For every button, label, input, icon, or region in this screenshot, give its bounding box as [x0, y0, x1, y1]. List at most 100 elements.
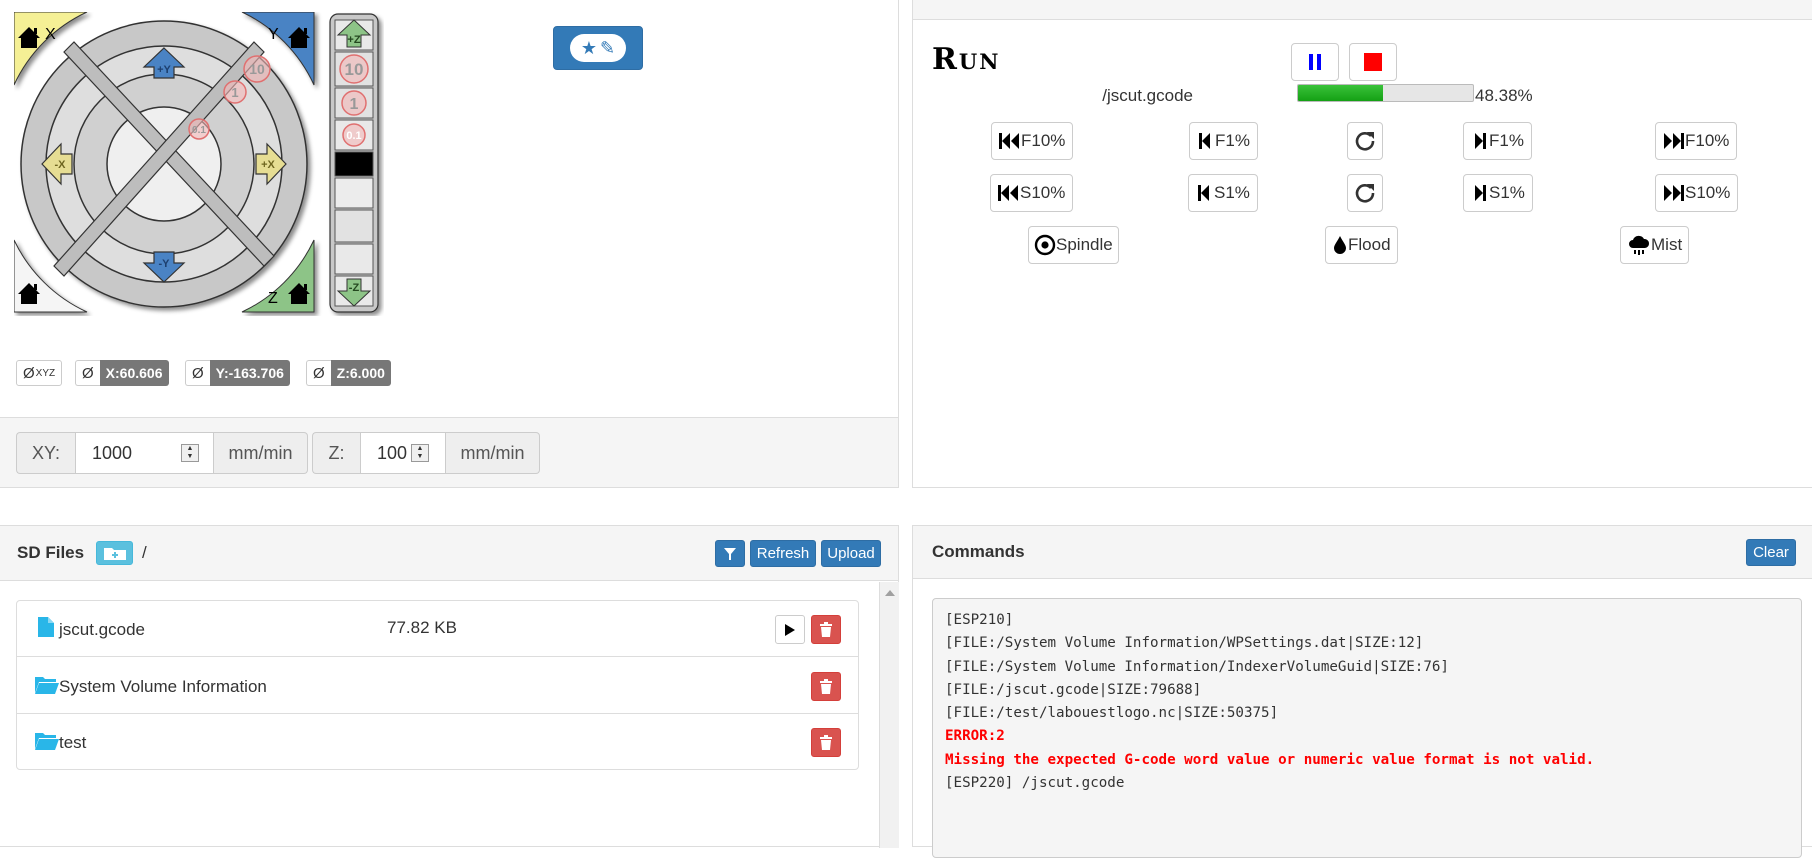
home-z-label: Z	[268, 290, 278, 307]
step-forward-icon	[1475, 133, 1486, 149]
cloud-rain-icon	[1629, 235, 1650, 255]
sd-file-list: jscut.gcode 77.82 KB System Volume Infor…	[16, 600, 859, 770]
feedrate-footer: XY: 1000 ▲ ▼ mm/min Z: 100 ▲ ▼ mm/min	[0, 417, 898, 487]
xy-feed-label: XY:	[16, 432, 75, 474]
log-line: [ESP210]	[945, 612, 1014, 628]
mist-button[interactable]: Mist	[1620, 226, 1690, 264]
minus-z-label: -Z	[349, 282, 360, 294]
log-line: ERROR:2	[945, 728, 1005, 745]
folder-name: System Volume Information	[59, 677, 267, 696]
progress-fill	[1298, 85, 1383, 101]
fast-forward-icon	[1664, 133, 1684, 149]
sd-scrollbar[interactable]	[879, 582, 899, 848]
sd-current-path: /	[142, 543, 147, 562]
trash-icon	[820, 734, 832, 750]
pause-button[interactable]	[1291, 43, 1339, 81]
xy-feed-unit: mm/min	[214, 432, 308, 474]
xy-feed-input[interactable]: 1000 ▲ ▼	[75, 432, 214, 474]
folder-open-icon	[35, 677, 59, 694]
play-file-button[interactable]	[775, 615, 805, 644]
sd-files-title: SD Files	[17, 543, 85, 562]
list-item[interactable]: test	[17, 714, 858, 770]
filter-button[interactable]	[715, 540, 745, 567]
x-position: X:60.606	[99, 360, 169, 386]
file-icon	[38, 617, 54, 637]
play-icon	[785, 623, 795, 636]
log-line: [FILE:/System Volume Information/Indexer…	[945, 658, 1449, 675]
refresh-icon	[1355, 184, 1375, 203]
delete-folder-button[interactable]	[811, 672, 841, 701]
spindle-button[interactable]: Spindle	[1028, 226, 1119, 264]
progress-percent: 48.38%	[1475, 86, 1533, 105]
z-feed-input[interactable]: 100 ▲ ▼	[360, 432, 446, 474]
list-item[interactable]: jscut.gcode 77.82 KB	[17, 601, 858, 657]
pencil-icon: ✎	[600, 38, 616, 58]
z-divider	[334, 151, 374, 177]
log-line: [ESP220] /jscut.gcode	[945, 775, 1125, 792]
log-line: [FILE:/System Volume Information/WPSetti…	[945, 635, 1424, 652]
ring-step-10: 10	[249, 61, 265, 77]
macro-button[interactable]: ★ ✎	[553, 26, 643, 70]
plus-y-label: +Y	[157, 64, 171, 76]
z-feed-spinner[interactable]: ▲ ▼	[411, 444, 429, 462]
zero-y-button[interactable]: Ø	[185, 360, 210, 386]
jog-controller: X Y Z 10 1 0.1 +Y -Y -X +X +Z -Z 10 1 0.…	[14, 12, 379, 313]
ring-step-1: 1	[231, 85, 238, 100]
zero-z-button[interactable]: Ø	[306, 360, 331, 386]
spindle-icon	[1034, 234, 1056, 256]
speed-minus-1-button[interactable]: S1%	[1188, 174, 1258, 212]
commands-panel: Commands Clear [ESP210] [FILE:/System Vol…	[912, 525, 1812, 858]
commands-title: Commands	[932, 542, 1025, 561]
z-position: Z:6.000	[330, 360, 391, 386]
delete-folder-button[interactable]	[811, 728, 841, 757]
command-log: [ESP210] [FILE:/System Volume Information…	[932, 598, 1802, 858]
y-position: Y:-163.706	[209, 360, 290, 386]
speed-plus-1-button[interactable]: S1%	[1463, 174, 1533, 212]
fast-backward-icon	[998, 185, 1018, 201]
speed-plus-10-button[interactable]: S10%	[1655, 174, 1739, 212]
home-x-label: X	[45, 26, 56, 43]
file-size: 77.82 KB	[387, 618, 457, 637]
plus-x-label: +X	[261, 159, 275, 171]
z-step-minus-01[interactable]	[334, 177, 374, 209]
refresh-button[interactable]: Refresh	[750, 540, 816, 567]
delete-file-button[interactable]	[811, 615, 841, 644]
log-line: [FILE:/test/labouestlogo.nc|SIZE:50375]	[945, 705, 1279, 722]
flood-button[interactable]: Flood	[1325, 226, 1398, 264]
file-name: jscut.gcode	[59, 620, 145, 639]
fast-backward-icon	[999, 133, 1019, 149]
z-step-minus-10[interactable]	[334, 243, 374, 275]
speed-minus-10-button[interactable]: S10%	[990, 174, 1074, 212]
zero-x-button[interactable]: Ø	[75, 360, 100, 386]
home-y-label: Y	[268, 26, 279, 43]
feed-minus-10-button[interactable]: F10%	[991, 122, 1074, 160]
feed-minus-1-button[interactable]: F1%	[1189, 122, 1258, 160]
stop-button[interactable]	[1349, 43, 1397, 81]
trash-icon	[820, 678, 832, 694]
speed-reset-button[interactable]	[1347, 174, 1383, 212]
zero-all-button[interactable]: Ø XYZ	[16, 360, 63, 386]
feed-plus-10-button[interactable]: F10%	[1655, 122, 1738, 160]
upload-button[interactable]: Upload	[821, 540, 881, 567]
log-line: Missing the expected G-code word value o…	[945, 751, 1595, 768]
new-folder-button[interactable]	[96, 541, 133, 565]
clear-button[interactable]: Clear	[1746, 539, 1796, 566]
filter-icon	[724, 547, 736, 560]
xy-feed-spinner[interactable]: ▲ ▼	[181, 444, 199, 462]
z-step-1-label: 1	[350, 96, 359, 113]
jog-panel: X Y Z 10 1 0.1 +Y -Y -X +X +Z -Z 10 1 0.…	[0, 0, 899, 488]
trash-icon	[820, 621, 832, 637]
feed-plus-1-button[interactable]: F1%	[1463, 122, 1532, 160]
refresh-icon	[1355, 132, 1375, 151]
scroll-up-arrow[interactable]	[885, 590, 895, 596]
list-item[interactable]: System Volume Information	[17, 658, 858, 714]
z-step-minus-1[interactable]	[334, 209, 374, 243]
sd-files-panel: SD Files / Refresh Upload jscut.gcode 77…	[0, 525, 899, 848]
stop-icon	[1364, 53, 1382, 71]
feed-reset-button[interactable]	[1347, 122, 1383, 160]
minus-y-label: -Y	[159, 258, 171, 270]
star-icon: ★	[580, 38, 598, 58]
step-backward-icon	[1199, 133, 1210, 149]
progress-bar	[1297, 84, 1474, 102]
minus-x-label: -X	[55, 159, 67, 171]
